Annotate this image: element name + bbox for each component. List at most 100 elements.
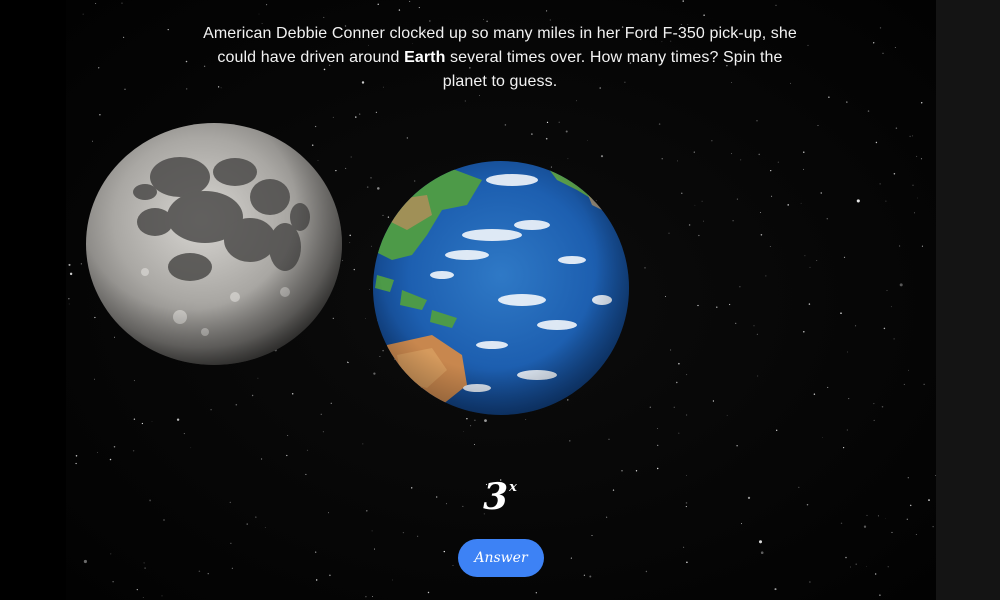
star: [740, 159, 742, 161]
star: [591, 534, 593, 537]
star: [371, 596, 373, 597]
star: [359, 113, 361, 115]
star: [286, 454, 288, 457]
star: [291, 392, 294, 395]
star: [645, 570, 648, 573]
star: [504, 124, 507, 126]
star: [850, 566, 851, 568]
star: [462, 505, 464, 507]
star: [775, 4, 777, 7]
star: [848, 398, 850, 400]
star: [846, 429, 848, 431]
star: [827, 386, 829, 388]
star: [845, 556, 847, 559]
star: [230, 542, 232, 544]
star: [909, 135, 911, 138]
star: [315, 551, 317, 553]
star: [756, 120, 758, 122]
star: [770, 169, 772, 172]
star: [677, 160, 678, 162]
star: [644, 267, 646, 269]
answer-button[interactable]: Answer: [458, 539, 544, 577]
star: [912, 184, 914, 186]
star: [466, 417, 468, 420]
star: [886, 290, 888, 291]
star: [758, 153, 760, 156]
star: [649, 406, 651, 408]
star: [776, 429, 778, 431]
guess-suffix: x: [509, 480, 517, 495]
star: [575, 100, 577, 102]
star: [915, 533, 917, 535]
star: [332, 116, 334, 118]
star: [68, 298, 70, 300]
star: [99, 114, 101, 116]
question-text-bold: Earth: [404, 49, 446, 66]
star: [366, 186, 369, 188]
star: [68, 303, 70, 305]
star: [353, 268, 355, 271]
star: [678, 362, 680, 365]
star: [920, 158, 923, 160]
star: [863, 525, 867, 528]
star: [287, 435, 289, 437]
question-text: American Debbie Conner clocked up so man…: [200, 22, 800, 94]
moon-image: [86, 123, 342, 365]
star: [392, 579, 393, 581]
star: [473, 444, 475, 446]
star: [840, 522, 843, 524]
star: [686, 561, 688, 564]
star: [875, 141, 878, 144]
star: [474, 419, 476, 421]
earth-globe[interactable]: [372, 160, 630, 416]
star: [747, 496, 751, 500]
star: [703, 14, 705, 16]
star: [266, 4, 268, 6]
star: [345, 167, 347, 169]
star: [685, 506, 687, 508]
star: [231, 567, 233, 569]
star: [807, 44, 809, 46]
star: [820, 192, 822, 194]
star: [760, 234, 763, 236]
star: [406, 137, 408, 139]
star: [436, 496, 438, 498]
star: [847, 351, 848, 353]
star: [635, 470, 638, 472]
star: [83, 559, 87, 564]
star: [482, 18, 484, 20]
star: [736, 198, 738, 200]
star: [443, 550, 445, 553]
star: [777, 161, 779, 163]
star: [657, 428, 658, 429]
star: [912, 135, 914, 137]
star: [739, 286, 741, 288]
star: [826, 218, 828, 220]
star: [369, 289, 370, 291]
star: [235, 404, 238, 406]
star: [843, 447, 845, 449]
star: [909, 504, 912, 507]
star: [894, 46, 896, 48]
star: [753, 325, 755, 327]
star: [765, 275, 767, 277]
star: [229, 501, 232, 504]
star: [484, 419, 487, 422]
star: [558, 121, 560, 123]
star: [758, 540, 763, 544]
star: [69, 272, 73, 276]
star: [410, 487, 413, 489]
star: [846, 101, 848, 103]
star: [816, 260, 818, 261]
star: [110, 553, 112, 555]
star: [873, 403, 875, 405]
guess-value: 3: [483, 476, 509, 518]
star: [893, 338, 895, 340]
star: [350, 156, 352, 158]
star: [183, 433, 185, 435]
star: [365, 318, 366, 320]
star: [803, 330, 805, 333]
star: [569, 440, 571, 442]
star: [875, 573, 877, 575]
star: [661, 158, 663, 160]
